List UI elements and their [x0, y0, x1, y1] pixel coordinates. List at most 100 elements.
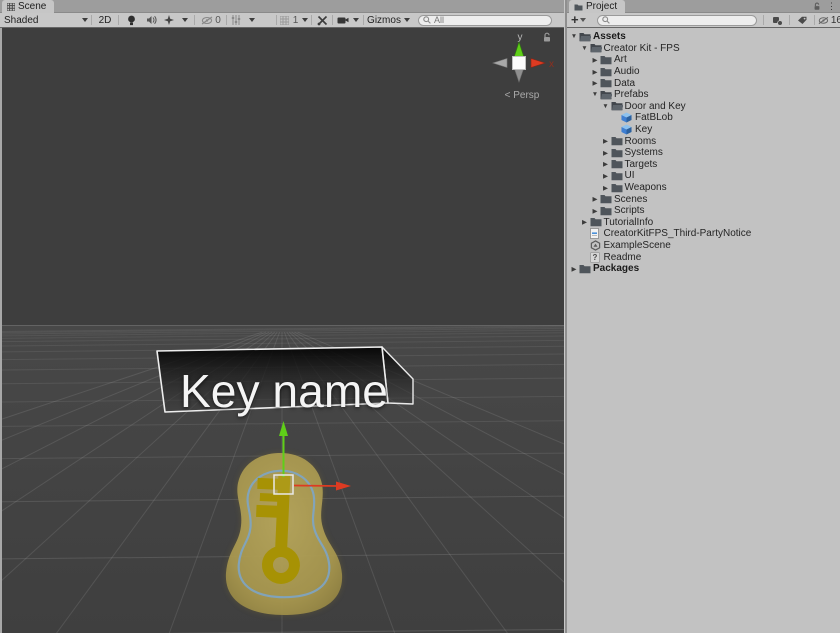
scene-effects-dropdown[interactable]	[162, 13, 190, 27]
foldout-closed-icon[interactable]: ▶	[580, 218, 590, 226]
tree-item-door-and-key[interactable]: ▼Door and Key	[567, 101, 840, 113]
tree-item-label: Scripts	[613, 205, 645, 216]
tree-item-label: Targets	[624, 159, 658, 170]
tab-scene[interactable]: Scene	[2, 0, 54, 13]
hidden-objects-count: 0	[215, 15, 221, 26]
tree-item-label: Scenes	[613, 194, 647, 205]
scene-visibility-dropdown[interactable]	[229, 13, 257, 27]
foldout-closed-icon[interactable]: ▶	[601, 137, 611, 145]
foldout-open-icon[interactable]: ▼	[580, 45, 590, 52]
tree-item-label: CreatorKitFPS_Third-PartyNotice	[603, 228, 752, 239]
gizmo-center-cube[interactable]	[513, 57, 526, 70]
foldout-closed-icon[interactable]: ▶	[590, 79, 600, 87]
foldout-open-icon[interactable]: ▼	[601, 103, 611, 110]
tree-item-scenes[interactable]: ▶ Scenes	[567, 193, 840, 205]
foldout-closed-icon[interactable]: ▶	[590, 56, 600, 64]
foldout-closed-icon[interactable]: ▶	[601, 184, 611, 192]
move-gizmo-x-axis[interactable]	[294, 486, 337, 487]
tree-item-creatorkitfps-third-partynotice[interactable]: CreatorKitFPS_Third-PartyNotice	[567, 228, 840, 240]
projection-mode-label[interactable]: < Persp	[478, 90, 566, 101]
foldout-open-icon[interactable]: ▼	[590, 91, 600, 98]
scene-search-input[interactable]: All	[418, 15, 552, 26]
foldout-open-icon[interactable]: ▼	[569, 33, 579, 40]
scene-search-text: All	[434, 15, 444, 25]
gizmo-y-label: y	[518, 32, 523, 43]
foldout-closed-icon[interactable]: ▶	[590, 207, 600, 215]
gizmo-x-cone[interactable]	[531, 59, 545, 68]
tree-item-fatblob[interactable]: FatBLob	[567, 112, 840, 124]
unity-editor-window: Scene Shaded 2D	[0, 0, 840, 633]
gizmo-minus-x-cone[interactable]	[493, 59, 507, 68]
toggle-2d-label: 2D	[99, 15, 112, 26]
folder-icon	[574, 3, 583, 11]
folder-icon	[590, 217, 603, 227]
tree-item-data[interactable]: ▶Data	[567, 77, 840, 89]
panel-menu-kebab-icon[interactable]: ⋮	[827, 1, 836, 12]
toggle-2d-button[interactable]: 2D	[94, 13, 116, 27]
tool-settings-button[interactable]	[314, 13, 330, 27]
chevron-down-icon	[404, 18, 410, 22]
folder-icon	[611, 183, 624, 193]
search-by-type-button[interactable]	[768, 13, 786, 27]
tree-item-creator-kit-fps[interactable]: ▼Creator Kit - FPS	[567, 43, 840, 55]
shading-mode-dropdown[interactable]: Shaded	[4, 13, 88, 27]
foldout-closed-icon[interactable]: ▶	[590, 68, 600, 76]
camera-icon	[337, 16, 349, 24]
tree-item-weapons[interactable]: ▶Weapons	[567, 182, 840, 194]
tree-item-targets[interactable]: ▶ Targets	[567, 159, 840, 171]
foldout-closed-icon[interactable]: ▶	[590, 195, 600, 203]
gizmos-dropdown[interactable]: Gizmos	[366, 13, 402, 27]
search-icon	[602, 16, 610, 24]
chevron-down-icon	[580, 18, 586, 22]
panel-lock-icon[interactable]	[813, 2, 821, 11]
hidden-packages-count-button[interactable]: 16	[818, 13, 840, 27]
gizmo-lock-icon[interactable]	[542, 32, 552, 43]
tree-item-scripts[interactable]: ▶ Scripts	[567, 205, 840, 217]
tree-item-art[interactable]: ▶Art	[567, 54, 840, 66]
tree-item-label: Systems	[624, 147, 663, 158]
foldout-closed-icon[interactable]: ▶	[601, 172, 611, 180]
hidden-objects-button[interactable]: 0	[198, 13, 224, 27]
scene-lighting-button[interactable]	[122, 13, 140, 27]
scene-toolbar: Shaded 2D	[0, 13, 564, 28]
scene-audio-button[interactable]	[142, 13, 160, 27]
scene-viewport[interactable]: Key name	[0, 28, 564, 633]
scene-grid-icon	[7, 3, 15, 11]
project-search-input[interactable]	[597, 15, 757, 26]
folder-icon	[611, 159, 624, 169]
hidden-packages-count: 16	[831, 15, 840, 26]
tree-item-tutorialinfo[interactable]: ▶TutorialInfo	[567, 217, 840, 229]
tree-item-assets[interactable]: ▼Assets	[567, 31, 840, 43]
tree-item-examplescene[interactable]: ExampleScene	[567, 240, 840, 252]
foldout-closed-icon[interactable]: ▶	[601, 160, 611, 168]
create-asset-button[interactable]: +	[571, 13, 593, 27]
tree-item-packages[interactable]: ▶Packages	[567, 263, 840, 275]
gizmos-dropdown-caret[interactable]	[402, 13, 412, 27]
move-gizmo-plane-handle[interactable]	[274, 475, 293, 494]
foldout-closed-icon[interactable]: ▶	[569, 265, 579, 273]
folder-icon	[600, 67, 613, 77]
tree-item-prefabs[interactable]: ▼Prefabs	[567, 89, 840, 101]
search-icon	[423, 16, 431, 24]
search-by-label-button[interactable]	[793, 13, 811, 27]
scene-tab-label: Scene	[18, 1, 46, 12]
tree-item-rooms[interactable]: ▶Rooms	[567, 135, 840, 147]
chevron-down-icon	[182, 18, 188, 22]
project-toolbar: +	[567, 13, 840, 28]
gizmos-label: Gizmos	[367, 15, 401, 26]
tree-item-ui[interactable]: ▶UI	[567, 170, 840, 182]
grid-snapping-dropdown[interactable]: 1	[279, 13, 309, 27]
folder-icon	[611, 136, 624, 146]
eye-slash-icon	[818, 16, 829, 25]
tree-item-readme[interactable]: ?Readme	[567, 251, 840, 263]
tree-item-audio[interactable]: ▶Audio	[567, 66, 840, 78]
tree-item-label: Readme	[603, 252, 642, 263]
scene-camera-dropdown[interactable]	[335, 13, 361, 27]
folder-open-icon	[611, 101, 624, 111]
folder-icon	[600, 194, 613, 204]
tree-item-key[interactable]: Key	[567, 124, 840, 136]
folder-icon	[600, 78, 613, 88]
foldout-closed-icon[interactable]: ▶	[601, 149, 611, 157]
gizmo-minus-y-cone[interactable]	[515, 69, 524, 82]
tree-item-systems[interactable]: ▶ Systems	[567, 147, 840, 159]
